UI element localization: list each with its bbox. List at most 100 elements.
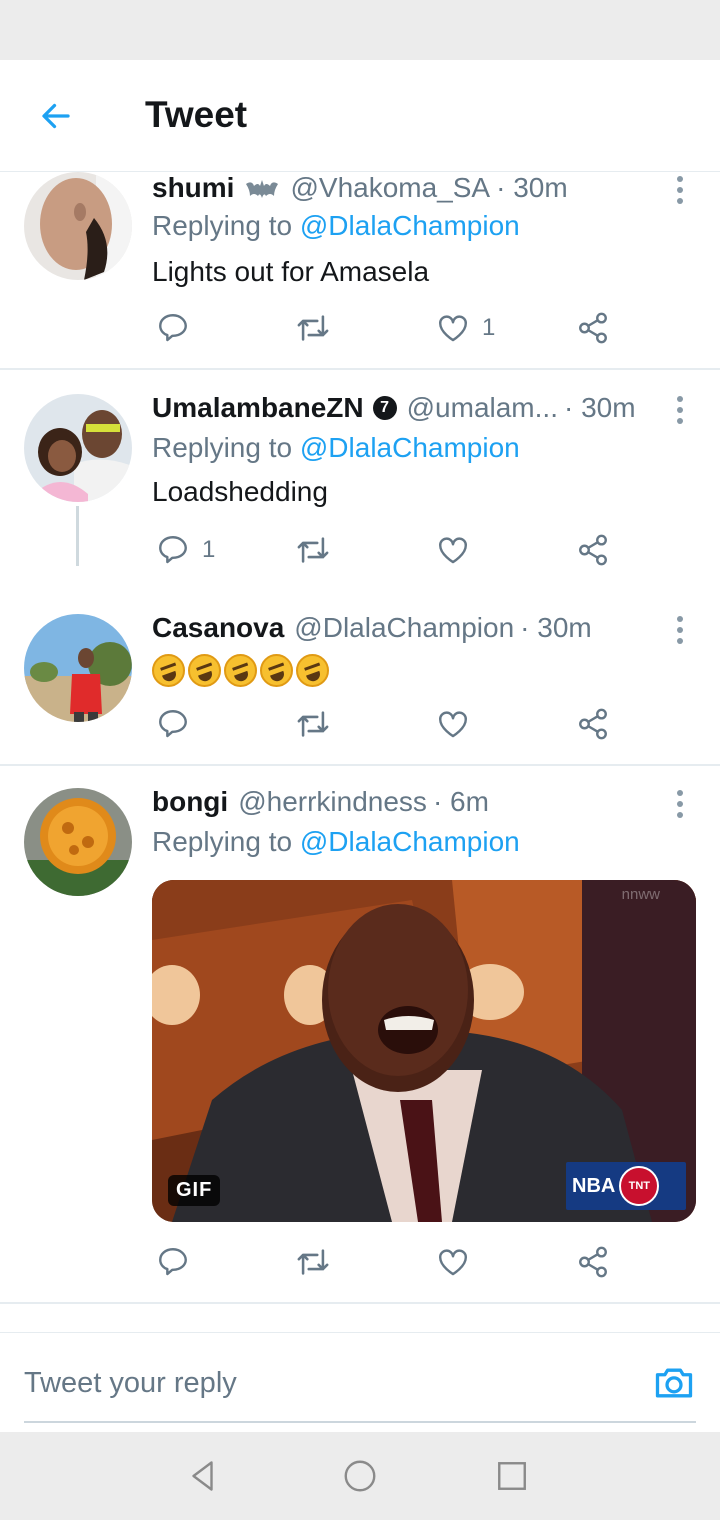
rofl-emoji-icon (188, 654, 221, 687)
like-icon (439, 537, 467, 564)
tweet-actions: 1 (152, 530, 632, 570)
back-button[interactable] (30, 90, 82, 142)
timestamp: · 30m (520, 612, 592, 643)
user-handle[interactable]: @herrkindness (238, 786, 427, 818)
share-button[interactable] (576, 704, 610, 744)
tweet-item[interactable]: Casanova @DlalaChampion · 30m (0, 592, 720, 764)
timestamp: · 30m (496, 172, 568, 203)
replies-feed[interactable]: shumi @Vhakoma_SA · 30m Replying to @Dla… (0, 172, 720, 1332)
watermark: nnww (621, 886, 660, 903)
emoji-text (152, 654, 329, 687)
gif-media[interactable]: nnww GIF NBA TNT (152, 880, 696, 1222)
timestamp: · 30m (563, 392, 636, 423)
tweet-header: Casanova @DlalaChampion · 30m (152, 612, 592, 644)
display-name[interactable]: UmalambaneZN (152, 392, 364, 424)
thread-connector (76, 506, 79, 566)
mention-link[interactable]: @DlalaChampion (300, 432, 520, 463)
reply-input[interactable]: Tweet your reply (24, 1333, 696, 1423)
display-name[interactable]: bongi (152, 786, 228, 818)
tweet-item[interactable]: UmalambaneZN 7 @umalam... · 30m Replying… (0, 370, 720, 566)
share-icon (579, 534, 607, 566)
gif-badge: GIF (168, 1175, 221, 1206)
tweet-actions (152, 704, 632, 744)
rofl-emoji-icon (296, 654, 329, 687)
tweet-item[interactable]: shumi @Vhakoma_SA · 30m Replying to @Dla… (0, 172, 720, 370)
camera-button[interactable] (652, 1361, 696, 1405)
tweet-header: bongi @herrkindness · 6m (152, 786, 489, 818)
tweet-header: UmalambaneZN 7 @umalam... · 30m (152, 392, 636, 424)
nav-back-button[interactable] (186, 1458, 222, 1494)
reply-count: 1 (202, 536, 216, 563)
tweet-actions: 1 (152, 308, 632, 348)
like-icon (439, 711, 467, 738)
divider (0, 1302, 720, 1304)
network-logo: NBA TNT (566, 1162, 686, 1210)
nav-recents-button[interactable] (494, 1458, 530, 1494)
retweet-icon (297, 315, 329, 341)
retweet-icon (297, 1249, 329, 1275)
reply-button[interactable]: 1 (156, 530, 215, 570)
reply-button[interactable] (156, 1242, 190, 1282)
retweet-button[interactable] (294, 308, 332, 348)
like-button[interactable]: 1 (436, 308, 495, 348)
nav-home-button[interactable] (342, 1458, 378, 1494)
like-button[interactable] (436, 530, 470, 570)
reply-icon (159, 314, 187, 342)
tweet-text: Lights out for Amasela (152, 256, 430, 287)
rofl-emoji-icon (260, 654, 293, 687)
bat-emoji-icon (244, 176, 280, 200)
user-handle[interactable]: @Vhakoma_SA (290, 172, 490, 204)
reply-placeholder: Tweet your reply (24, 1367, 237, 1399)
avatar[interactable] (24, 788, 132, 896)
rofl-emoji-icon (152, 654, 185, 687)
share-icon (579, 708, 607, 740)
share-button[interactable] (576, 1242, 610, 1282)
retweet-button[interactable] (294, 704, 332, 744)
avatar[interactable] (24, 172, 132, 280)
display-name[interactable]: Casanova (152, 612, 284, 644)
page-title: Tweet (145, 94, 248, 135)
reply-icon (159, 1248, 187, 1276)
retweet-button[interactable] (294, 1242, 332, 1282)
like-button[interactable] (436, 1242, 470, 1282)
like-button[interactable] (436, 704, 470, 744)
tweet-header: shumi @Vhakoma_SA · 30m (152, 172, 568, 204)
share-button[interactable] (576, 308, 610, 348)
mention-link[interactable]: @DlalaChampion (300, 826, 520, 857)
reply-composer: Tweet your reply (0, 1332, 720, 1432)
more-options-button[interactable] (668, 172, 692, 208)
mention-link[interactable]: @DlalaChampion (300, 210, 520, 241)
share-icon (579, 312, 607, 344)
avatar[interactable] (24, 614, 132, 722)
like-count: 1 (482, 314, 496, 341)
timestamp: · 6m (432, 786, 489, 817)
display-name[interactable]: shumi (152, 172, 234, 204)
like-icon (439, 315, 467, 342)
user-handle[interactable]: @umalam... (407, 392, 558, 424)
retweet-button[interactable] (294, 530, 332, 570)
reply-button[interactable] (156, 308, 190, 348)
nav-recents-icon (498, 1462, 526, 1490)
share-button[interactable] (576, 530, 610, 570)
more-options-button[interactable] (668, 392, 692, 428)
avatar[interactable] (24, 394, 132, 502)
tweet-text: Loadshedding (152, 476, 328, 507)
back-arrow-icon (42, 103, 70, 129)
top-app-bar: Tweet (0, 60, 720, 172)
user-badge: 7 (372, 396, 397, 420)
replying-to: Replying to @DlalaChampion (152, 826, 520, 857)
retweet-icon (297, 711, 329, 737)
camera-icon (655, 1368, 693, 1398)
reply-button[interactable] (156, 704, 190, 744)
more-options-button[interactable] (668, 612, 692, 648)
rofl-emoji-icon (224, 654, 257, 687)
like-icon (439, 1249, 467, 1276)
replying-to: Replying to @DlalaChampion (152, 432, 520, 463)
share-icon (579, 1246, 607, 1278)
user-handle[interactable]: @DlalaChampion (294, 612, 514, 644)
reply-icon (159, 536, 187, 564)
tweet-actions (152, 1242, 632, 1282)
more-options-button[interactable] (668, 786, 692, 822)
tweet-item[interactable]: bongi @herrkindness · 6m Replying to @Dl… (0, 766, 720, 1302)
reply-icon (159, 710, 187, 738)
